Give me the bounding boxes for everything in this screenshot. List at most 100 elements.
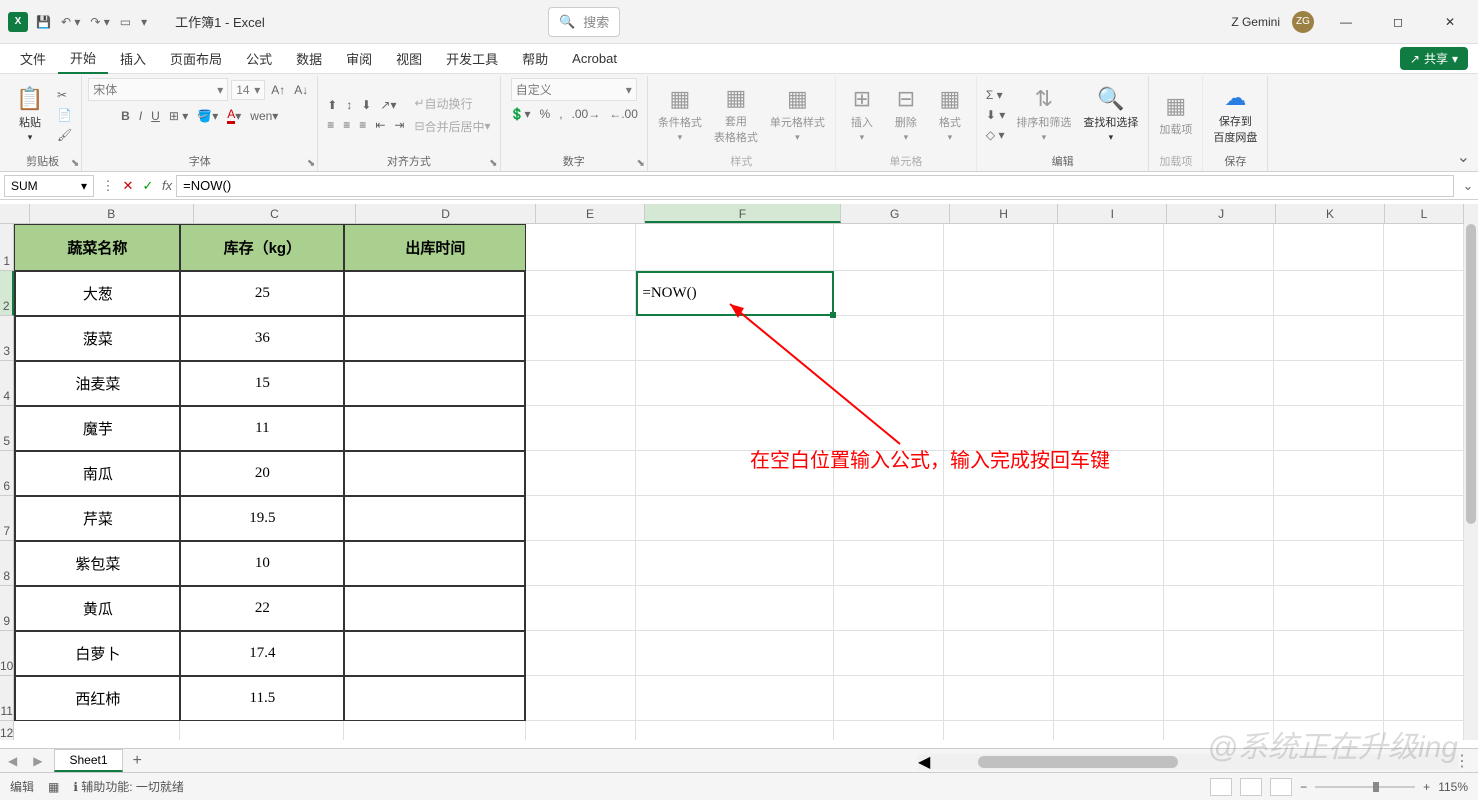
underline-button[interactable]: U [148, 107, 163, 125]
cell[interactable] [1384, 586, 1464, 631]
cell[interactable] [1384, 631, 1464, 676]
cell[interactable]: 大葱 [14, 271, 180, 316]
italic-button[interactable]: I [136, 107, 145, 125]
row-header[interactable]: 8 [0, 541, 14, 586]
cell[interactable] [1384, 451, 1464, 496]
font-name-select[interactable]: 宋体▾ [88, 78, 228, 101]
cell[interactable] [1164, 316, 1274, 361]
cell[interactable] [1384, 271, 1464, 316]
cell[interactable] [344, 406, 526, 451]
cell[interactable]: 10 [180, 541, 344, 586]
number-format-select[interactable]: 自定义▾ [511, 78, 637, 101]
tab-视图[interactable]: 视图 [384, 44, 434, 73]
col-header[interactable]: F [645, 204, 841, 223]
cell[interactable] [1164, 406, 1274, 451]
cell[interactable]: 油麦菜 [14, 361, 180, 406]
cell[interactable] [636, 721, 834, 740]
row-header[interactable]: 10 [0, 631, 14, 676]
decrease-font-icon[interactable]: A↓ [291, 81, 311, 99]
close-button[interactable]: ✕ [1430, 7, 1470, 37]
delete-cells-button[interactable]: ⊟删除▾ [886, 84, 926, 145]
cell[interactable] [1274, 496, 1384, 541]
prev-sheet-icon[interactable]: ◀ [0, 754, 25, 768]
cell[interactable] [636, 224, 834, 271]
cell[interactable] [526, 721, 636, 740]
save-icon[interactable]: 💾 [34, 13, 53, 31]
accessibility-status[interactable]: ℹ 辅助功能: 一切就绪 [73, 778, 184, 795]
maximize-button[interactable]: ◻ [1378, 7, 1418, 37]
name-box[interactable]: SUM▾ [4, 175, 94, 197]
cut-icon[interactable]: ✂ [54, 86, 75, 104]
cell[interactable]: 出库时间 [344, 224, 526, 271]
zoom-slider[interactable] [1315, 786, 1415, 788]
cell[interactable] [344, 676, 526, 721]
select-all-corner[interactable] [0, 204, 30, 223]
next-sheet-icon[interactable]: ▶ [25, 754, 50, 768]
col-header[interactable]: I [1058, 204, 1167, 223]
qat-button[interactable]: ▭ [118, 13, 133, 31]
find-select-button[interactable]: 🔍查找和选择▾ [1079, 84, 1142, 145]
cell[interactable] [834, 586, 944, 631]
cell[interactable]: 11 [180, 406, 344, 451]
cell[interactable] [14, 721, 180, 740]
cell[interactable] [944, 496, 1054, 541]
cell[interactable] [1054, 316, 1164, 361]
merge-center-button[interactable]: ⊟ 合并后居中 ▾ [411, 116, 493, 137]
cell[interactable] [1164, 224, 1274, 271]
cell[interactable] [636, 631, 834, 676]
cell[interactable] [1164, 676, 1274, 721]
col-header[interactable]: C [194, 204, 356, 223]
cell[interactable]: 菠菜 [14, 316, 180, 361]
sort-filter-button[interactable]: ⇅排序和筛选▾ [1012, 84, 1075, 145]
dialog-launcher-icon[interactable]: ⬊ [71, 158, 79, 169]
cell[interactable] [344, 316, 526, 361]
row-header[interactable]: 7 [0, 496, 14, 541]
tab-数据[interactable]: 数据 [284, 44, 334, 73]
cancel-icon[interactable]: ✕ [118, 178, 138, 194]
row-header[interactable]: 12 [0, 721, 14, 740]
tab-文件[interactable]: 文件 [8, 44, 58, 73]
cell[interactable] [1054, 271, 1164, 316]
tab-插入[interactable]: 插入 [108, 44, 158, 73]
increase-dec-icon[interactable]: .00→ [569, 105, 604, 123]
cell[interactable] [1274, 451, 1384, 496]
border-icon[interactable]: ⊞ ▾ [166, 107, 191, 125]
cell[interactable] [1164, 496, 1274, 541]
cell[interactable] [636, 676, 834, 721]
cell[interactable] [344, 361, 526, 406]
cell[interactable] [1384, 224, 1464, 271]
row-header[interactable]: 2 [0, 271, 14, 316]
search-input[interactable]: 🔍 搜索 [548, 7, 620, 37]
cell[interactable]: 魔芋 [14, 406, 180, 451]
row-header[interactable]: 11 [0, 676, 14, 721]
cell[interactable] [834, 721, 944, 740]
cell[interactable] [1164, 631, 1274, 676]
cell[interactable] [1384, 721, 1464, 740]
cell[interactable] [1384, 541, 1464, 586]
dialog-launcher-icon[interactable]: ⬊ [637, 158, 645, 169]
sheet-tab[interactable]: Sheet1 [54, 749, 122, 772]
cell[interactable] [834, 316, 944, 361]
cell[interactable] [1054, 541, 1164, 586]
collapse-ribbon-icon[interactable]: ⌄ [1453, 143, 1474, 171]
cell[interactable] [1384, 676, 1464, 721]
cell[interactable] [944, 361, 1054, 406]
vertical-scrollbar[interactable] [1464, 204, 1478, 740]
cell[interactable] [1274, 541, 1384, 586]
cell[interactable] [636, 496, 834, 541]
cell[interactable] [1274, 316, 1384, 361]
cell[interactable] [344, 541, 526, 586]
cell[interactable] [1274, 586, 1384, 631]
cell[interactable] [1274, 271, 1384, 316]
cell[interactable] [636, 361, 834, 406]
cell[interactable] [834, 541, 944, 586]
row-header[interactable]: 5 [0, 406, 14, 451]
spreadsheet-grid[interactable]: BCDEFGHIJKL 123456789101112 蔬菜名称库存（kg）出库… [0, 204, 1464, 740]
cell[interactable]: 白萝卜 [14, 631, 180, 676]
insert-cells-button[interactable]: ⊞插入▾ [842, 84, 882, 145]
cell[interactable]: 15 [180, 361, 344, 406]
cell[interactable] [1054, 361, 1164, 406]
cell[interactable]: 库存（kg） [180, 224, 344, 271]
row-header[interactable]: 9 [0, 586, 14, 631]
clear-icon[interactable]: ◇ ▾ [983, 126, 1008, 144]
